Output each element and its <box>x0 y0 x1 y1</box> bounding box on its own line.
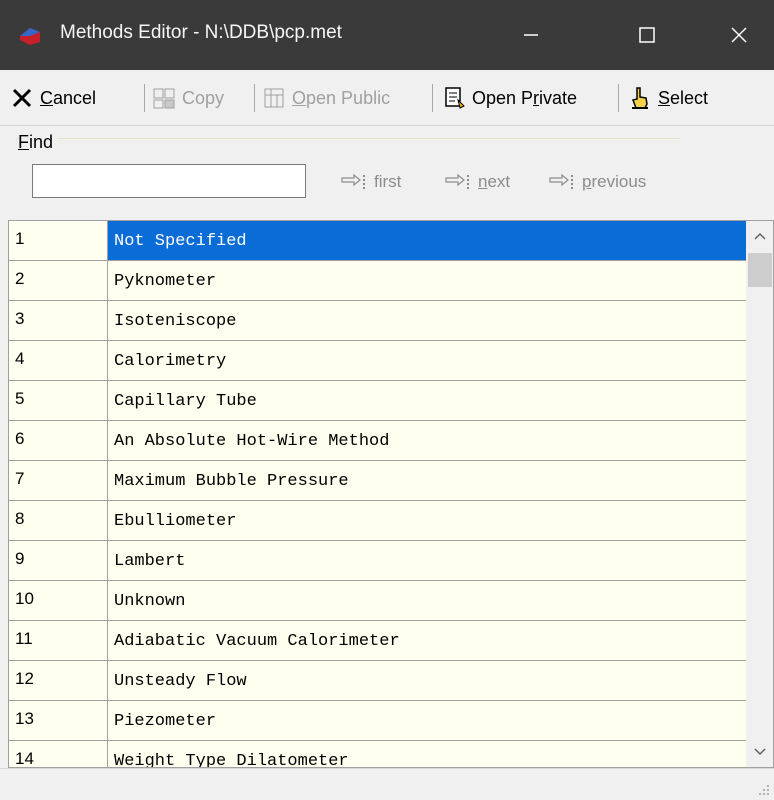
method-name-cell[interactable]: Lambert <box>108 541 746 581</box>
chevron-down-icon <box>754 748 766 756</box>
method-name-cell[interactable]: Maximum Bubble Pressure <box>108 461 746 501</box>
table-row[interactable]: 3 Isoteniscope <box>9 301 746 341</box>
table-row[interactable]: 8 Ebulliometer <box>9 501 746 541</box>
row-number-cell[interactable]: 2 <box>9 261 108 301</box>
table-row[interactable]: 14 Weight Type Dilatometer <box>9 741 746 767</box>
table-row[interactable]: 4 Calorimetry <box>9 341 746 381</box>
open-private-label: Open Private <box>472 87 578 108</box>
open-private-button[interactable]: Open Private <box>442 80 577 116</box>
method-name-cell[interactable]: Isoteniscope <box>108 301 746 341</box>
row-number-cell[interactable]: 3 <box>9 301 108 341</box>
cancel-label: Cancel <box>40 87 97 108</box>
maximize-button[interactable] <box>612 0 682 70</box>
copy-icon <box>153 88 175 109</box>
open-public-button[interactable]: Open Public <box>262 80 390 116</box>
open-public-label: Open Public <box>292 87 391 108</box>
chevron-up-icon <box>754 232 766 240</box>
row-number-cell[interactable]: 9 <box>9 541 108 581</box>
scroll-thumb[interactable] <box>748 253 772 287</box>
row-number-cell[interactable]: 8 <box>9 501 108 541</box>
row-number-cell[interactable]: 11 <box>9 621 108 661</box>
table-row[interactable]: 1 Not Specified <box>9 221 746 261</box>
method-name-cell[interactable]: Unsteady Flow <box>108 661 746 701</box>
row-number-cell[interactable]: 4 <box>9 341 108 381</box>
pointing-hand-right-icon <box>549 173 573 189</box>
table-row[interactable]: 7 Maximum Bubble Pressure <box>9 461 746 501</box>
toolbar-separator <box>432 84 433 112</box>
method-name-cell[interactable]: Not Specified <box>108 221 746 261</box>
status-bar <box>0 768 774 800</box>
table-row[interactable]: 9 Lambert <box>9 541 746 581</box>
vertical-scrollbar[interactable] <box>746 221 773 767</box>
window-title: Methods Editor - N:\DDB\pcp.met <box>60 22 342 43</box>
pointing-hand-icon <box>632 87 648 109</box>
select-button[interactable]: Select <box>628 80 708 116</box>
row-number-cell[interactable]: 6 <box>9 421 108 461</box>
close-x-icon <box>12 88 32 108</box>
app-logo-icon <box>20 28 40 45</box>
minimize-button[interactable] <box>496 0 566 70</box>
toolbar-separator <box>254 84 255 112</box>
row-number-cell[interactable]: 10 <box>9 581 108 621</box>
select-label: Select <box>658 87 709 108</box>
row-number-cell[interactable]: 5 <box>9 381 108 421</box>
methods-grid[interactable]: 1 Not Specified 2 Pyknometer 3 Isoteniscope 4 C… <box>8 220 774 768</box>
toolbar-separator <box>618 84 619 112</box>
find-first-button[interactable]: first <box>340 170 401 194</box>
find-next-button[interactable]: next <box>444 170 510 194</box>
toolbar: Cancel Copy Open Public Open Private Sel… <box>0 70 774 126</box>
copy-button[interactable]: Copy <box>152 80 224 116</box>
cancel-button[interactable]: Cancel <box>10 80 96 116</box>
open-public-icon <box>264 88 284 108</box>
pointing-hand-right-icon <box>341 173 365 189</box>
find-previous-label: previous <box>582 172 647 191</box>
close-icon <box>731 27 747 43</box>
resize-grip-icon[interactable] <box>756 782 770 796</box>
method-name-cell[interactable]: Piezometer <box>108 701 746 741</box>
toolbar-separator <box>144 84 145 112</box>
row-number-cell[interactable]: 7 <box>9 461 108 501</box>
method-name-cell[interactable]: Weight Type Dilatometer <box>108 741 746 767</box>
table-row[interactable]: 13 Piezometer <box>9 701 746 741</box>
method-name-cell[interactable]: Adiabatic Vacuum Calorimeter <box>108 621 746 661</box>
find-first-label: first <box>374 172 402 191</box>
pointing-hand-right-icon <box>445 173 469 189</box>
row-number-cell[interactable]: 12 <box>9 661 108 701</box>
title-bar[interactable]: Methods Editor - N:\DDB\pcp.met <box>0 0 774 70</box>
find-input[interactable] <box>32 164 306 198</box>
method-name-cell[interactable]: Ebulliometer <box>108 501 746 541</box>
row-number-cell[interactable]: 13 <box>9 701 108 741</box>
find-previous-button[interactable]: previous <box>548 170 646 194</box>
find-next-label: next <box>478 172 511 191</box>
method-name-cell[interactable]: Capillary Tube <box>108 381 746 421</box>
close-button[interactable] <box>704 0 774 70</box>
scroll-up-button[interactable] <box>746 221 773 251</box>
copy-label: Copy <box>182 87 225 108</box>
find-label: Find <box>18 132 58 153</box>
table-row[interactable]: 6 An Absolute Hot-Wire Method <box>9 421 746 461</box>
table-row[interactable]: 11 Adiabatic Vacuum Calorimeter <box>9 621 746 661</box>
maximize-icon <box>639 27 655 43</box>
minimize-icon <box>524 34 538 36</box>
method-name-cell[interactable]: Pyknometer <box>108 261 746 301</box>
scroll-down-button[interactable] <box>746 737 773 767</box>
method-name-cell[interactable]: Unknown <box>108 581 746 621</box>
method-name-cell[interactable]: Calorimetry <box>108 341 746 381</box>
row-number-cell[interactable]: 1 <box>9 221 108 261</box>
table-row[interactable]: 10 Unknown <box>9 581 746 621</box>
method-name-cell[interactable]: An Absolute Hot-Wire Method <box>108 421 746 461</box>
row-number-cell[interactable]: 14 <box>9 741 108 767</box>
table-row[interactable]: 2 Pyknometer <box>9 261 746 301</box>
table-row[interactable]: 5 Capillary Tube <box>9 381 746 421</box>
table-row[interactable]: 12 Unsteady Flow <box>9 661 746 701</box>
open-private-icon <box>445 87 465 109</box>
